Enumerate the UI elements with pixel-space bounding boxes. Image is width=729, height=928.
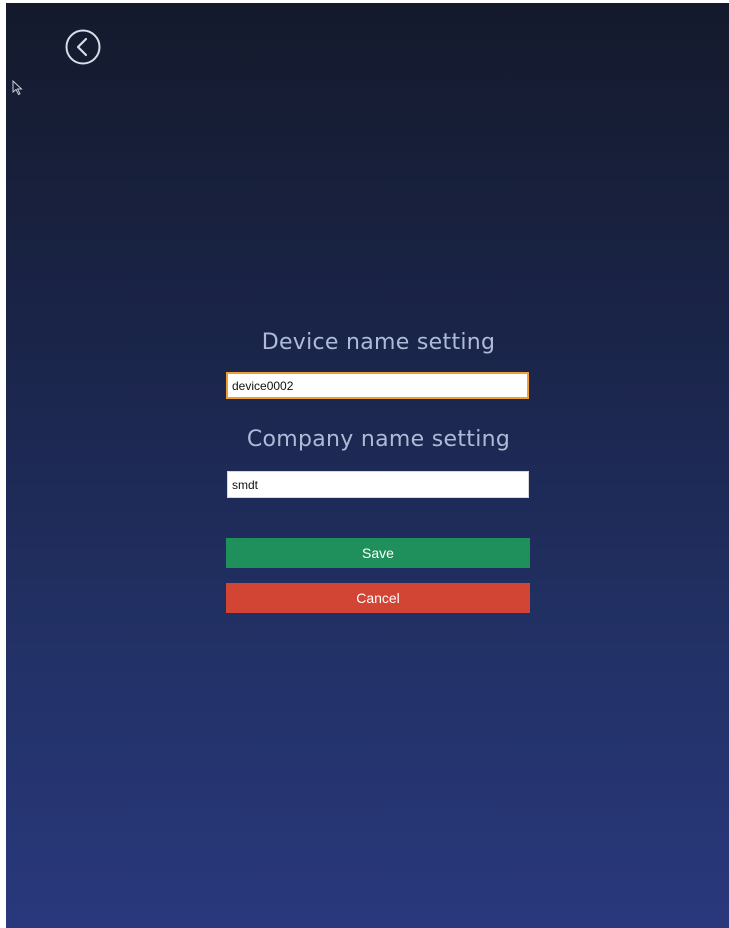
- company-name-input[interactable]: [227, 471, 529, 498]
- settings-screen: Device name setting Company name setting…: [6, 3, 729, 928]
- back-arrow-circle-icon: [65, 29, 101, 65]
- device-name-input[interactable]: [226, 372, 529, 399]
- device-name-title: Device name setting: [261, 330, 496, 355]
- save-button[interactable]: Save: [226, 538, 530, 568]
- company-name-title: Company name setting: [246, 427, 511, 452]
- mouse-pointer-icon: [12, 79, 24, 96]
- cancel-button[interactable]: Cancel: [226, 583, 530, 613]
- back-button[interactable]: [64, 28, 102, 66]
